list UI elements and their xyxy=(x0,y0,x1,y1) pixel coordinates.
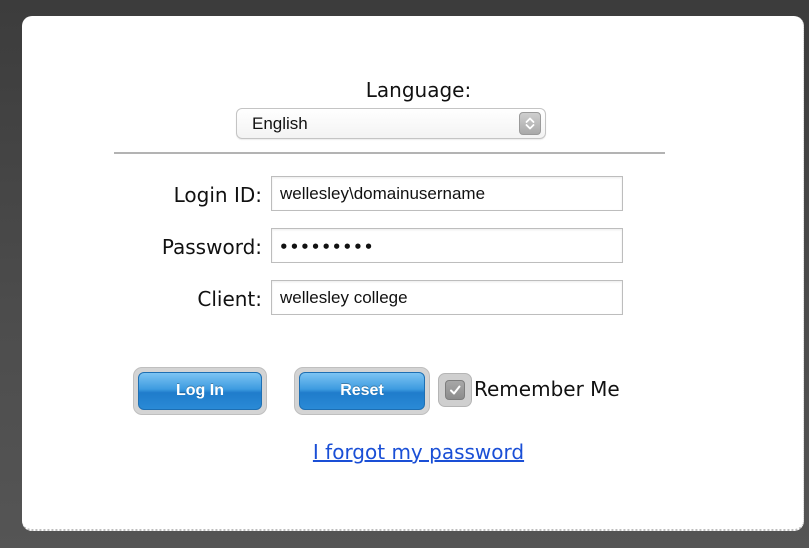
forgot-password-link[interactable]: I forgot my password xyxy=(22,440,803,464)
reset-button[interactable]: Reset xyxy=(299,372,425,410)
login-id-input[interactable] xyxy=(271,176,623,211)
language-label: Language: xyxy=(365,78,472,102)
checkmark-icon xyxy=(450,385,461,395)
section-divider xyxy=(114,152,665,154)
chevron-up-down-icon[interactable] xyxy=(519,112,541,135)
reset-button-frame: Reset xyxy=(294,367,430,415)
login-button-frame: Log In xyxy=(133,367,267,415)
client-label: Client: xyxy=(197,287,262,311)
login-button[interactable]: Log In xyxy=(138,372,262,410)
login-dialog: Language: English Login ID: Password: ••… xyxy=(22,16,804,531)
language-select-value: English xyxy=(252,114,308,133)
remember-me-checkbox[interactable] xyxy=(445,380,465,400)
password-input[interactable] xyxy=(271,228,623,263)
password-label: Password: xyxy=(161,235,262,259)
remember-me-label: Remember Me xyxy=(474,377,620,401)
language-select[interactable]: English xyxy=(236,108,546,139)
login-id-label: Login ID: xyxy=(173,183,262,207)
client-input[interactable] xyxy=(271,280,623,315)
remember-me-checkbox-frame xyxy=(438,373,472,407)
